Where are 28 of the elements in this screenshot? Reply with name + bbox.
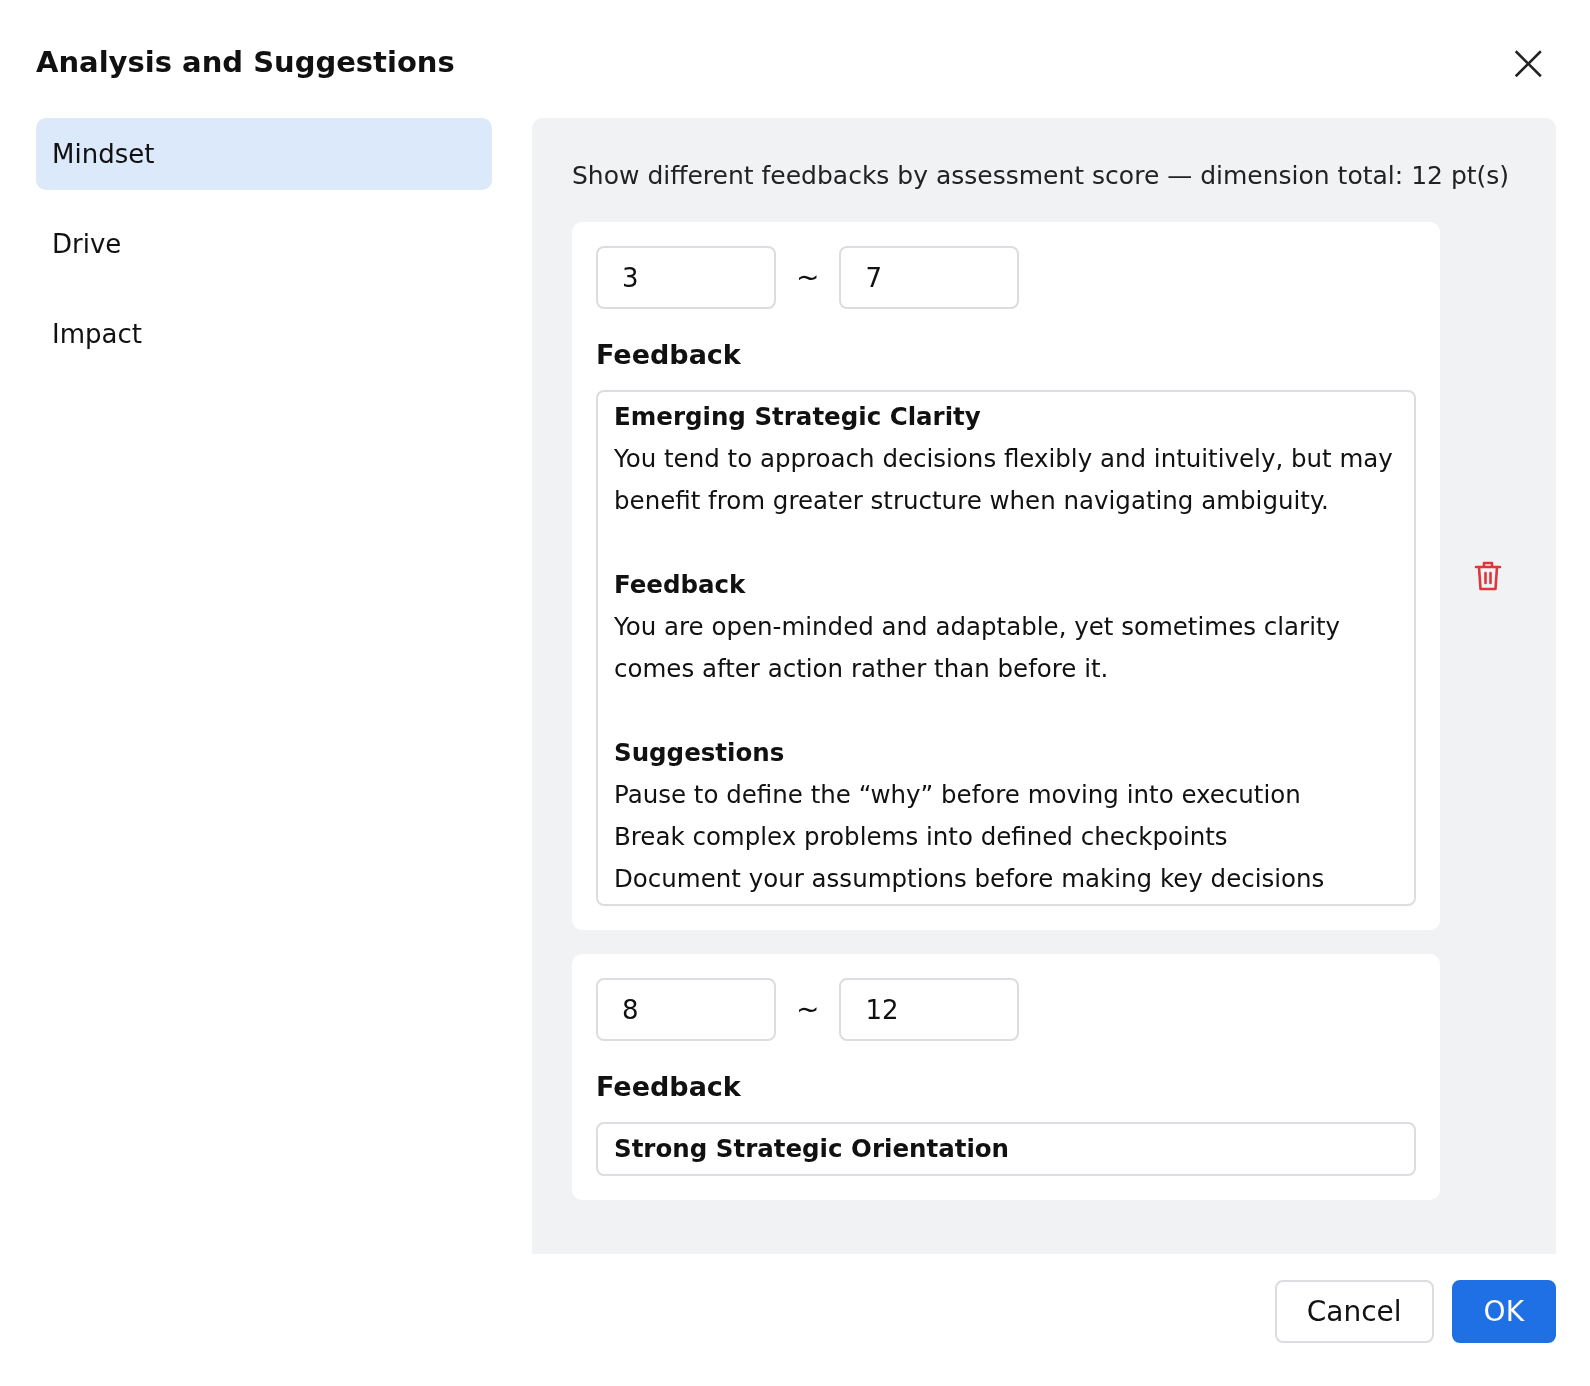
- feedback-text: You are open-minded and adaptable, yet sometimes clarity comes after action rather than before it.: [614, 611, 1342, 685]
- feedback-text: Pause to define the “why” before moving into execution: [614, 779, 1302, 811]
- max-score-field[interactable]: 7: [839, 246, 1020, 309]
- section-heading: Suggestions: [614, 737, 786, 769]
- close-button[interactable]: ×: [1500, 36, 1556, 88]
- feedback-text: Break complex problems into defined checkpoints: [614, 821, 1229, 853]
- cancel-button[interactable]: Cancel: [1274, 1279, 1434, 1343]
- sidebar-item[interactable]: Mindset: [36, 118, 492, 190]
- min-score-field[interactable]: 8: [596, 978, 776, 1041]
- section-heading: Feedback: [614, 569, 747, 601]
- description-text: Show different feedbacks by assessment score — dimension total: 12 pt(s): [572, 160, 1511, 192]
- sidebar-item[interactable]: Drive: [36, 208, 492, 280]
- section-heading: Strong Strategic Orientation: [614, 1133, 1011, 1165]
- min-score-field[interactable]: 3: [596, 246, 776, 309]
- range-separator: ~: [796, 261, 820, 294]
- range-separator: ~: [796, 993, 820, 1026]
- feedback-label: Feedback: [596, 339, 742, 370]
- delete-icon[interactable]: [1474, 560, 1502, 592]
- dialog-title: Analysis and Suggestions: [36, 45, 455, 79]
- feedback-editor[interactable]: [596, 390, 1416, 906]
- max-score-field[interactable]: 12: [839, 978, 1020, 1041]
- ok-button[interactable]: OK: [1451, 1279, 1556, 1343]
- sidebar-item[interactable]: Impact: [36, 298, 492, 370]
- section-heading: Emerging Strategic Clarity: [614, 401, 982, 433]
- feedback-text: You tend to approach decisions flexibly and intuitively, but may benefit from greater structure when navigating ambiguity.: [614, 443, 1394, 517]
- feedback-text: Document your assumptions before making key decisions: [614, 863, 1326, 895]
- feedback-editor[interactable]: Strong Strategic Orientation: [596, 1122, 1416, 1176]
- feedback-label: Feedback: [596, 1071, 742, 1102]
